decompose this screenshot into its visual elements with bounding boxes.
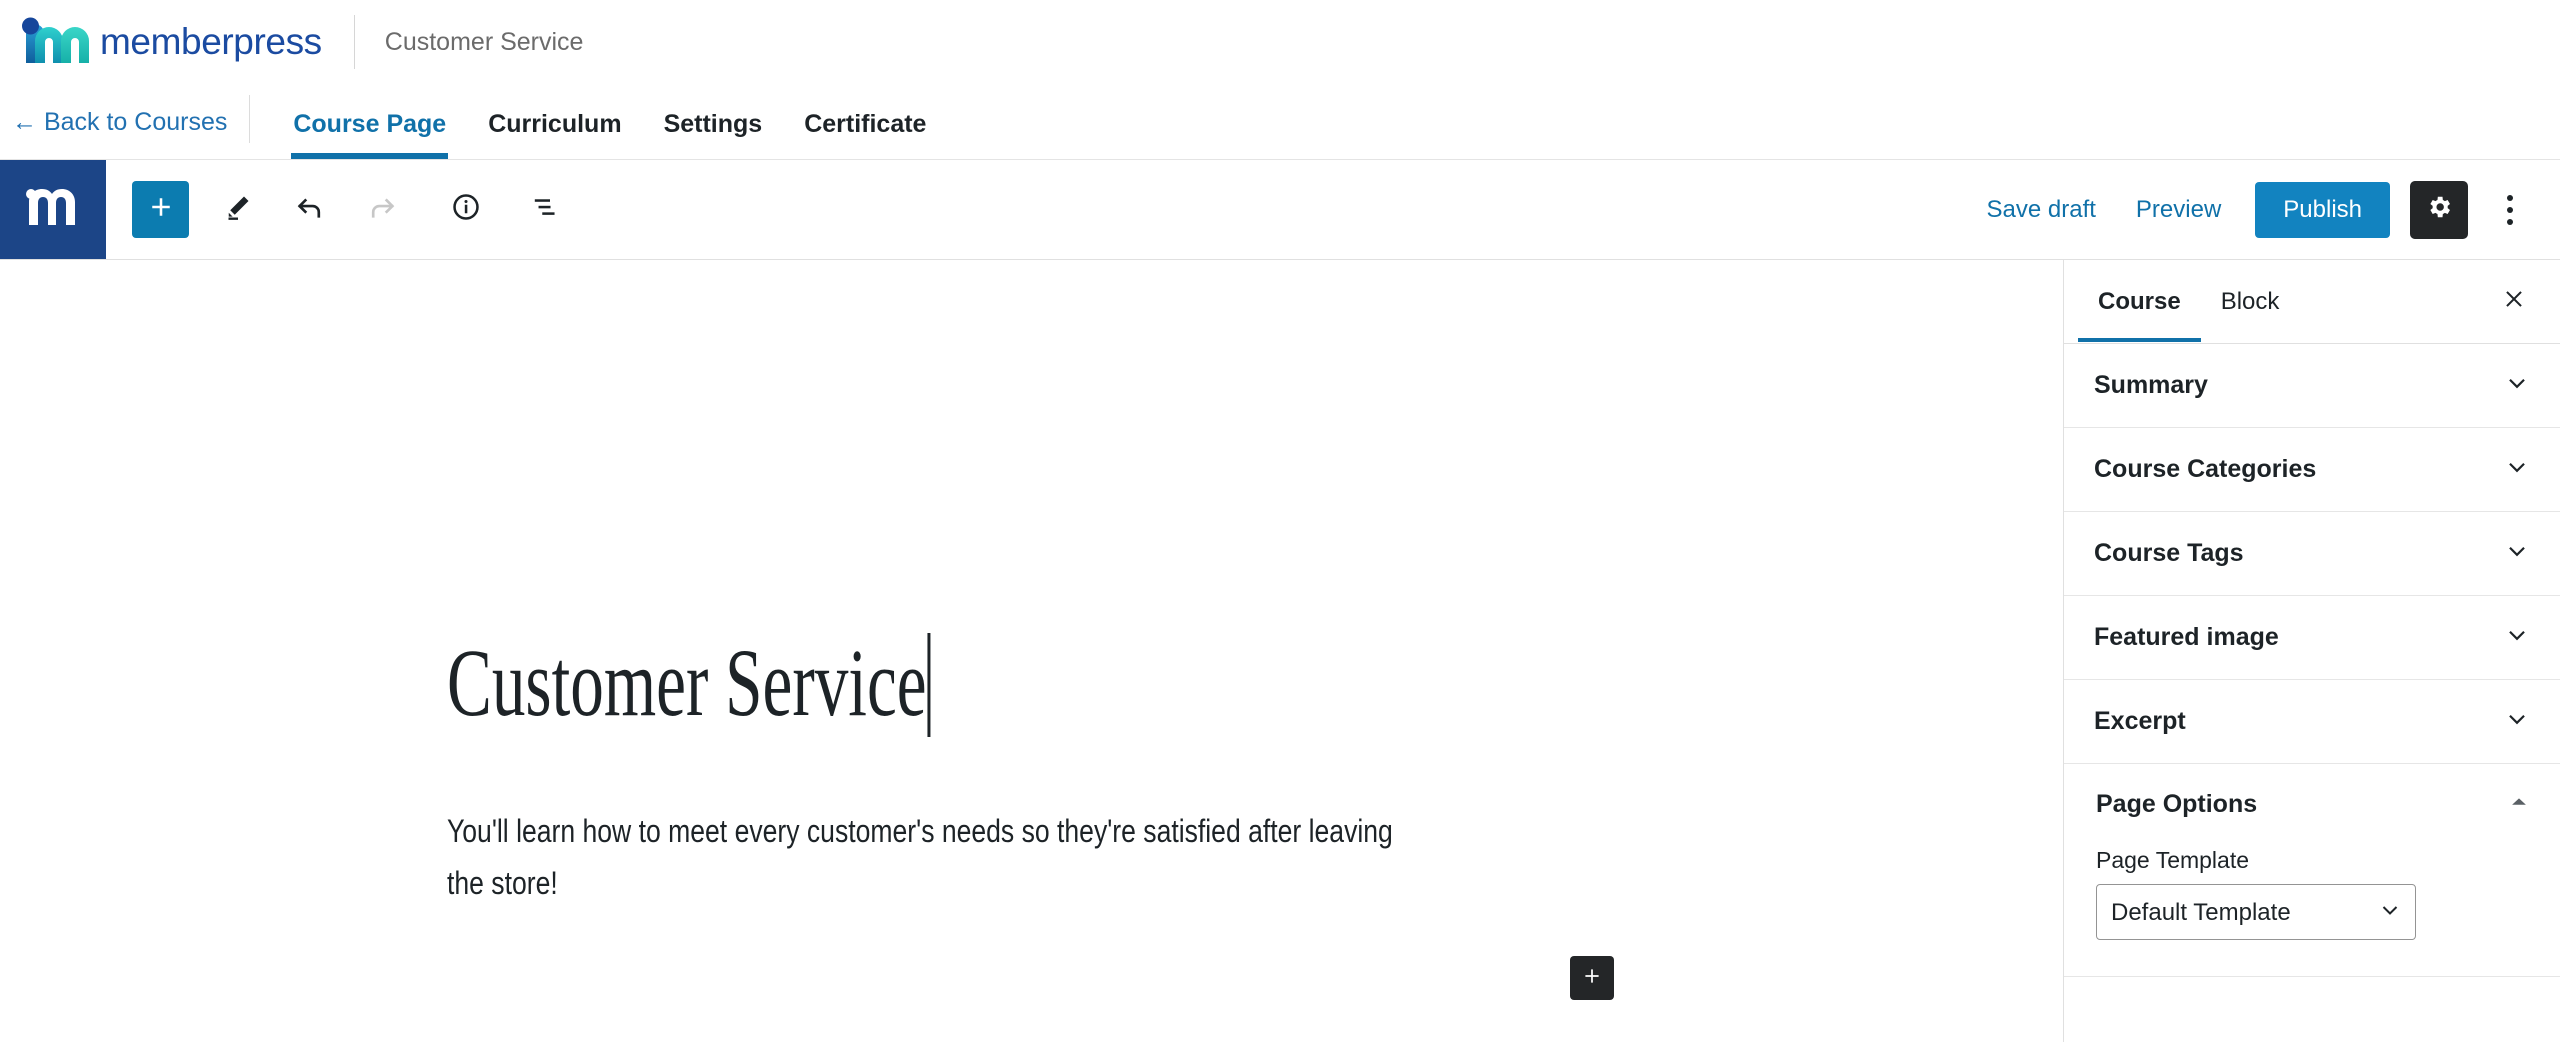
close-icon: [2501, 286, 2527, 317]
back-to-courses-link[interactable]: ← Back to Courses: [0, 108, 249, 159]
post-paragraph-block[interactable]: You'll learn how to meet every customer'…: [447, 806, 1418, 910]
editor-canvas[interactable]: Customer Service You'll learn how to mee…: [0, 260, 2063, 1042]
page-template-label: Page Template: [2096, 847, 2250, 873]
panel-featured-image: Featured image: [2064, 596, 2560, 680]
undo-button[interactable]: [279, 179, 341, 241]
panel-course-categories-title: Course Categories: [2094, 455, 2317, 483]
redo-button[interactable]: [351, 179, 413, 241]
chevron-down-icon: [2504, 370, 2530, 401]
panel-summary-title: Summary: [2094, 371, 2208, 399]
page-template-select[interactable]: Default Template: [2096, 884, 2416, 940]
page-template-select-wrap: Default Template: [2096, 884, 2416, 940]
panel-page-options-body: Page Template Default Template: [2064, 845, 2560, 976]
chevron-up-icon: [2508, 791, 2530, 818]
course-navbar: ← Back to Courses Course Page Curriculum…: [0, 84, 2560, 160]
sidebar-tab-course[interactable]: Course: [2078, 262, 2201, 342]
panel-course-tags: Course Tags: [2064, 512, 2560, 596]
info-circle-icon: [450, 191, 482, 228]
tools-pencil-button[interactable]: [207, 179, 269, 241]
chevron-down-icon: [2504, 622, 2530, 653]
chevron-down-icon: [2504, 538, 2530, 569]
course-tabs: Course Page Curriculum Settings Certific…: [272, 84, 947, 159]
editor-toolbar: Save draft Preview Publish: [0, 160, 2560, 260]
preview-button[interactable]: Preview: [2116, 182, 2241, 238]
plus-icon: [147, 193, 175, 226]
undo-arrow-icon: [294, 191, 326, 228]
panel-course-categories-header[interactable]: Course Categories: [2064, 428, 2560, 511]
kebab-dot-3: [2507, 218, 2513, 225]
sidebar-tab-block[interactable]: Block: [2201, 262, 2300, 341]
details-button[interactable]: [435, 179, 497, 241]
save-draft-button[interactable]: Save draft: [1967, 182, 2116, 238]
panel-page-options-title: Page Options: [2096, 790, 2258, 818]
panel-featured-image-header[interactable]: Featured image: [2064, 596, 2560, 679]
text-caret: [927, 633, 931, 737]
settings-sidebar: Course Block Summary Course Categories C…: [2063, 260, 2560, 1042]
toolbar-left-group: [106, 160, 577, 259]
add-block-button[interactable]: [132, 181, 189, 238]
brand-divider: [353, 15, 355, 69]
course-name-label: Customer Service: [384, 27, 584, 56]
plus-icon: [1581, 965, 1603, 992]
memberpress-wordmark: memberpress: [100, 21, 322, 62]
panel-page-options-header[interactable]: Page Options: [2064, 764, 2560, 845]
kebab-dot-2: [2507, 206, 2513, 213]
chevron-down-icon: [2504, 454, 2530, 485]
tab-settings[interactable]: Settings: [643, 110, 784, 159]
tab-course-page[interactable]: Course Page: [272, 110, 467, 159]
memberpress-m-mark-icon: [23, 186, 83, 233]
nav-divider: [249, 95, 251, 143]
kebab-menu-icon: [2507, 194, 2513, 201]
close-sidebar-button[interactable]: [2486, 274, 2542, 330]
panel-excerpt-header[interactable]: Excerpt: [2064, 680, 2560, 763]
panel-summary-header[interactable]: Summary: [2064, 344, 2560, 427]
panel-page-options: Page Options Page Template Default Templ…: [2064, 764, 2560, 977]
toolbar-right-group: Save draft Preview Publish: [1967, 160, 2560, 259]
sidebar-tablist: Course Block: [2064, 260, 2560, 344]
memberpress-home-button[interactable]: [0, 160, 106, 259]
tab-curriculum[interactable]: Curriculum: [467, 110, 642, 159]
chevron-down-icon: [2504, 706, 2530, 737]
panel-course-tags-title: Course Tags: [2094, 539, 2244, 567]
settings-toggle-button[interactable]: [2410, 180, 2468, 239]
list-view-icon: [530, 191, 562, 228]
publish-button[interactable]: Publish: [2255, 181, 2390, 238]
post-title[interactable]: Customer Service: [447, 633, 931, 737]
memberpress-logo-icon: [14, 13, 92, 71]
panel-course-tags-header[interactable]: Course Tags: [2064, 512, 2560, 595]
pencil-icon: [223, 192, 253, 227]
block-inserter-button[interactable]: [1570, 956, 1614, 1000]
workspace: Customer Service You'll learn how to mee…: [0, 260, 2560, 1042]
brand-bar: memberpress Customer Service: [0, 0, 2560, 84]
redo-arrow-icon: [366, 191, 398, 228]
panel-featured-image-title: Featured image: [2094, 623, 2279, 651]
panel-course-categories: Course Categories: [2064, 428, 2560, 512]
post-title-text: Customer Service: [447, 629, 927, 736]
panel-excerpt-title: Excerpt: [2094, 707, 2186, 735]
tab-certificate[interactable]: Certificate: [783, 110, 947, 159]
gear-icon: [2425, 193, 2453, 226]
panel-excerpt: Excerpt: [2064, 680, 2560, 764]
panel-summary: Summary: [2064, 344, 2560, 428]
list-view-button[interactable]: [515, 179, 577, 241]
more-options-button[interactable]: [2482, 181, 2538, 239]
